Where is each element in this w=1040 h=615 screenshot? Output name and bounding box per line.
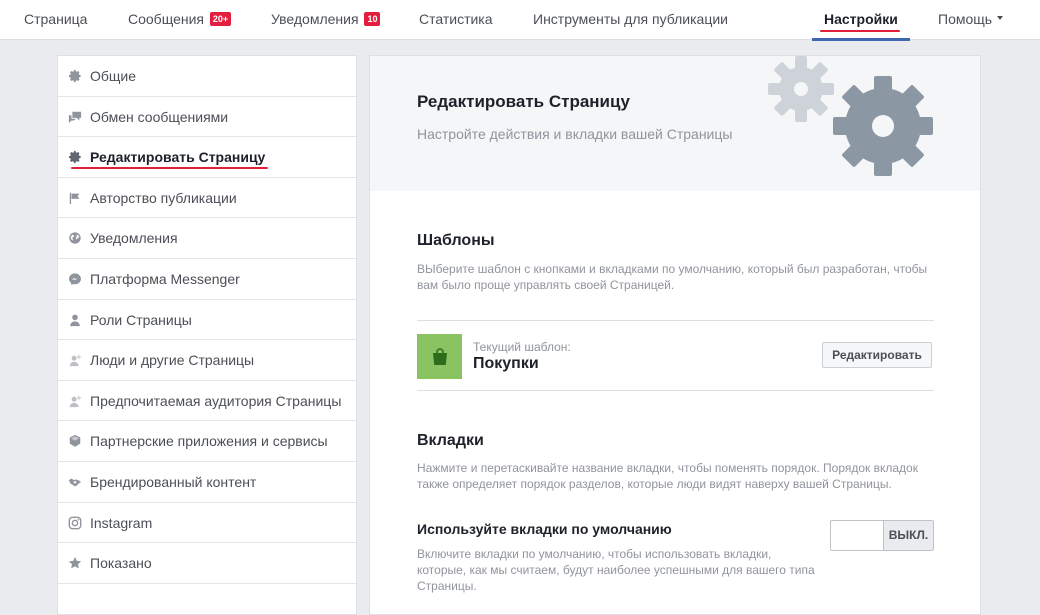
gear-icon [68,69,82,83]
handshake-icon [68,475,82,489]
sidebar-item-label: Роли Страницы [90,311,192,328]
shopping-bag-icon [432,347,447,365]
toggle-knob [831,521,884,550]
sidebar-item-page-roles[interactable]: Роли Страницы [58,300,356,341]
messenger-icon [68,272,82,286]
edit-page-panel: Редактировать Страницу Настройте действи… [369,55,981,615]
person-icon [68,313,82,327]
nav-messages-label: Сообщения [128,11,204,27]
small-gear-icon [768,56,834,122]
sidebar-item-label: Уведомления [90,230,178,247]
default-tabs-title: Используйте вкладки по умолчанию [417,521,672,537]
page-subtitle: Настройте действия и вкладки вашей Стран… [417,126,733,142]
nav-settings[interactable]: Настройки [812,0,910,41]
chevron-down-icon [997,16,1004,21]
sidebar-item-label: Брендированный контент [90,473,257,490]
people-icon [68,353,82,367]
star-icon [68,556,82,570]
large-gear-icon [833,76,933,176]
sidebar-item-edit-page[interactable]: Редактировать Страницу [58,137,356,178]
sidebar-item-label: Предпочитаемая аудитория Страницы [90,392,342,409]
cube-icon [68,434,82,448]
divider [417,390,934,391]
templates-description: ВЫберите шаблон с кнопками и вкладками п… [417,262,928,292]
sidebar-item-label: Люди и другие Страницы [90,352,255,369]
active-tab-indicator [812,38,910,41]
sidebar-item-partner-apps[interactable]: Партнерские приложения и сервисы [58,421,356,462]
nav-publishing-tools-label: Инструменты для публикации [533,11,728,27]
nav-statistics-label: Статистика [419,11,493,27]
sidebar-item-label: Платформа Messenger [90,270,240,287]
messages-icon [68,110,82,124]
sidebar-item-label: Показано [90,555,152,572]
gear-icon [68,150,82,164]
sidebar-item-post-attribution[interactable]: Авторство публикации [58,178,356,219]
nav-notifications-label: Уведомления [271,11,359,27]
tabs-title: Вкладки [417,432,484,449]
globe-icon [68,231,82,245]
divider [417,320,934,321]
sidebar-item-label: Instagram [90,514,153,531]
nav-statistics[interactable]: Статистика [419,0,493,40]
current-template-label: Текущий шаблон: [473,340,571,354]
sidebar-item-people-other-pages[interactable]: Люди и другие Страницы [58,340,356,381]
nav-page[interactable]: Страница [24,0,87,40]
tabs-description: Нажмите и перетаскивайте название вкладк… [417,461,918,491]
sidebar-item-instagram[interactable]: Instagram [58,503,356,544]
notifications-badge: 10 [364,12,381,27]
template-thumbnail [417,334,462,379]
sidebar-item-featured[interactable]: Показано [58,543,356,584]
sidebar-item-messaging[interactable]: Обмен сообщениями [58,97,356,138]
settings-sidebar: Общие Обмен сообщениями Редактировать Ст… [57,55,357,615]
nav-page-label: Страница [24,11,88,27]
sidebar-item-label: Авторство публикации [90,189,237,206]
instagram-icon [68,516,82,530]
nav-help[interactable]: Помощь [938,0,1004,40]
sidebar-item-label: Общие [90,68,137,84]
current-template-name: Покупки [473,355,539,372]
annotation-underline-settings [820,30,900,32]
sidebar-item-label: Партнерские приложения и сервисы [90,433,328,450]
page-title: Редактировать Страницу [417,92,630,111]
sidebar-item-messenger-platform[interactable]: Платформа Messenger [58,259,356,300]
sidebar-item-branded-content[interactable]: Брендированный контент [58,462,356,503]
default-tabs-toggle[interactable]: ВЫКЛ. [830,520,934,551]
sidebar-item-label: Обмен сообщениями [90,108,229,125]
edit-template-button[interactable]: Редактировать [822,342,932,368]
sidebar-item-label: Редактировать Страницу [90,149,266,166]
messages-badge: 20+ [209,12,232,27]
top-navigation: Страница Сообщения 20+ Уведомления 10 Ст… [0,0,1040,41]
nav-messages[interactable]: Сообщения 20+ [128,0,232,40]
nav-notifications[interactable]: Уведомления 10 [271,0,381,40]
nav-publishing-tools[interactable]: Инструменты для публикации [533,0,728,40]
gears-illustration [768,56,933,176]
toggle-state-label: ВЫКЛ. [884,521,933,550]
flag-icon [68,191,82,205]
default-tabs-description: Включите вкладки по умолчанию, чтобы исп… [417,547,815,593]
sidebar-item-preferred-audience[interactable]: Предпочитаемая аудитория Страницы [58,381,356,422]
templates-title: Шаблоны [417,232,495,249]
sidebar-item-notifications[interactable]: Уведомления [58,218,356,259]
nav-help-label: Помощь [938,11,993,27]
hero-banner: Редактировать Страницу Настройте действи… [370,56,980,191]
audience-icon [68,394,82,408]
sidebar-item-general[interactable]: Общие [58,56,356,97]
nav-settings-label: Настройки [824,11,898,27]
annotation-underline-edit-page [71,167,268,169]
